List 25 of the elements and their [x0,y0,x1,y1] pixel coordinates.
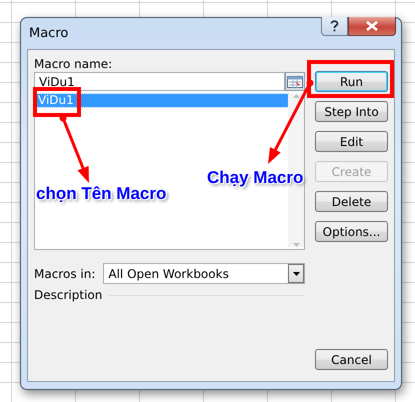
scroll-up-icon [292,94,300,98]
dialog-button[interactable]: Delete [315,191,388,212]
dropdown-arrow-icon [292,272,300,276]
arrow [60,114,89,183]
macros-in-dropdown[interactable]: All Open Workbooks [103,263,305,284]
annotation-label: chọn Tên Macro [36,184,166,204]
help-button[interactable] [321,17,348,36]
collapse-button[interactable] [285,72,305,91]
window-title: Macro [28,26,68,41]
annotation-label: Chạy Macro [207,168,304,188]
range-picker-icon [287,76,303,88]
dialog-button[interactable]: Run [315,71,388,92]
dialog-button[interactable]: Edit [315,131,388,152]
description-label: Description [34,288,102,302]
cancel-button[interactable]: Cancel [315,349,388,370]
close-icon [366,21,378,31]
macros-in-label: Macros in: [34,266,96,280]
scroll-down-icon [292,243,300,247]
help-icon [330,20,339,32]
macro-name-label: Macro name: [34,57,114,71]
dialog-button[interactable]: Step Into [315,101,388,122]
dialog-button[interactable]: Options... [315,221,388,242]
highlight-frame [33,87,81,117]
close-button[interactable] [348,17,396,36]
macro-name-field[interactable]: ViDu1 [34,72,285,91]
